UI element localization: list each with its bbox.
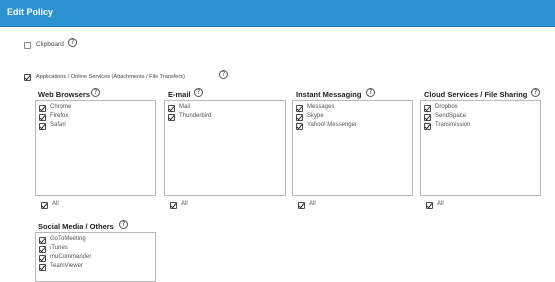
web-browsers-list[interactable]: Chrome Firefox Safari xyxy=(35,100,156,196)
all-label: All xyxy=(309,201,316,207)
email-all-checkbox[interactable] xyxy=(170,202,177,209)
web-browsers-heading: Web Browsers xyxy=(38,90,90,99)
instant-messaging-heading: Instant Messaging xyxy=(296,90,362,99)
item-label: Safari xyxy=(50,122,66,128)
all-label: All xyxy=(52,201,59,207)
safari-checkbox[interactable] xyxy=(39,123,46,130)
web-browsers-all-checkbox[interactable] xyxy=(41,202,48,209)
all-label: All xyxy=(437,201,444,207)
email-list[interactable]: Mail Thunderbird xyxy=(164,100,286,196)
clipboard-help-icon[interactable]: ? xyxy=(68,38,77,47)
item-label: SendSpace xyxy=(435,113,467,119)
item-label: iTunes xyxy=(50,245,68,251)
yahoo-messenger-checkbox[interactable] xyxy=(296,123,303,130)
chrome-checkbox[interactable] xyxy=(39,105,46,112)
item-label: Mail xyxy=(179,104,191,110)
itunes-checkbox[interactable] xyxy=(39,246,46,253)
cloud-services-all-checkbox[interactable] xyxy=(426,202,433,209)
item-label: Yahoo! Messenger xyxy=(307,122,357,128)
clipboard-checkbox[interactable] xyxy=(24,42,31,49)
instant-messaging-list[interactable]: Messages Skype Yahoo! Messenger xyxy=(292,100,413,196)
title-bar: Edit Policy xyxy=(0,0,555,27)
cloud-services-heading: Cloud Services / File Sharing xyxy=(424,90,528,99)
web-browsers-help-icon[interactable]: ? xyxy=(91,88,100,97)
messages-checkbox[interactable] xyxy=(296,105,303,112)
all-label: All xyxy=(181,201,188,207)
transmission-checkbox[interactable] xyxy=(424,123,431,130)
clipboard-label: Clipboard xyxy=(36,41,64,48)
item-label: Thunderbird xyxy=(179,113,212,119)
instant-messaging-help-icon[interactable]: ? xyxy=(366,88,375,97)
cloud-services-list[interactable]: Dropbox SendSpace Transmission xyxy=(420,100,541,196)
social-media-heading: Social Media / Others xyxy=(38,222,114,231)
teamviewer-checkbox[interactable] xyxy=(39,264,46,271)
mucommander-checkbox[interactable] xyxy=(39,255,46,262)
instant-messaging-all-checkbox[interactable] xyxy=(298,202,305,209)
cloud-services-help-icon[interactable]: ? xyxy=(531,88,540,97)
social-media-list[interactable]: GoToMeeting iTunes muCommander TeamViewe… xyxy=(35,232,156,282)
email-help-icon[interactable]: ? xyxy=(194,88,203,97)
firefox-checkbox[interactable] xyxy=(39,114,46,121)
thunderbird-checkbox[interactable] xyxy=(168,114,175,121)
sendspace-checkbox[interactable] xyxy=(424,114,431,121)
item-label: GoToMeeting xyxy=(50,236,86,242)
applications-label: Applications / Online Services (Attachme… xyxy=(36,74,185,80)
page-title: Edit Policy xyxy=(7,7,54,17)
email-heading: E-mail xyxy=(168,90,191,99)
item-label: Firefox xyxy=(50,113,69,119)
applications-help-icon[interactable]: ? xyxy=(219,70,228,79)
social-media-help-icon[interactable]: ? xyxy=(119,220,128,229)
item-label: Dropbox xyxy=(435,104,458,110)
item-label: TeamViewer xyxy=(50,263,83,269)
gotomeeting-checkbox[interactable] xyxy=(39,237,46,244)
skype-checkbox[interactable] xyxy=(296,114,303,121)
applications-checkbox[interactable] xyxy=(24,74,31,81)
item-label: Skype xyxy=(307,113,324,119)
item-label: Messages xyxy=(307,104,335,110)
item-label: Transmission xyxy=(435,122,471,128)
item-label: muCommander xyxy=(50,254,92,260)
item-label: Chrome xyxy=(50,104,72,110)
mail-checkbox[interactable] xyxy=(168,105,175,112)
dropbox-checkbox[interactable] xyxy=(424,105,431,112)
